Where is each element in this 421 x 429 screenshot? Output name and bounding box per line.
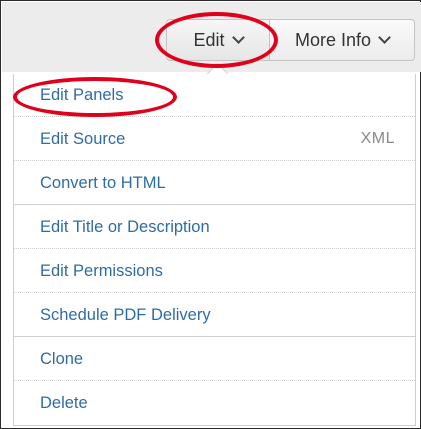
more-info-dropdown-button[interactable]: More Info	[269, 19, 415, 61]
edit-dropdown-menu: Edit Panels Edit Source XML Convert to H…	[13, 74, 416, 426]
menu-item-delete[interactable]: Delete	[14, 382, 415, 425]
menu-item-label: Edit Title or Description	[40, 217, 210, 236]
menu-item-label: Clone	[40, 349, 84, 368]
more-info-button-label: More Info	[294, 29, 372, 50]
menu-item-label: Edit Panels	[40, 85, 124, 104]
chevron-down-icon	[231, 31, 245, 44]
menu-item-schedule-pdf-delivery[interactable]: Schedule PDF Delivery	[14, 294, 415, 337]
xml-hint: XML	[360, 130, 395, 147]
chevron-down-icon	[378, 31, 391, 44]
menu-item-label: Edit Source	[40, 129, 126, 148]
edit-dropdown-button[interactable]: Edit	[166, 19, 270, 61]
menu-item-edit-title-or-description[interactable]: Edit Title or Description	[14, 206, 415, 249]
menu-item-label: Edit Permissions	[40, 261, 163, 280]
menu-item-edit-permissions[interactable]: Edit Permissions	[14, 250, 415, 293]
menu-item-label: Schedule PDF Delivery	[40, 305, 211, 324]
menu-item-convert-to-html[interactable]: Convert to HTML	[14, 162, 415, 205]
edit-button-label: Edit	[193, 29, 225, 50]
menu-item-clone[interactable]: Clone	[14, 338, 415, 381]
menu-item-edit-source[interactable]: Edit Source XML	[14, 118, 415, 161]
menu-item-label: Delete	[40, 394, 88, 412]
menu-item-label: Convert to HTML	[40, 173, 166, 192]
